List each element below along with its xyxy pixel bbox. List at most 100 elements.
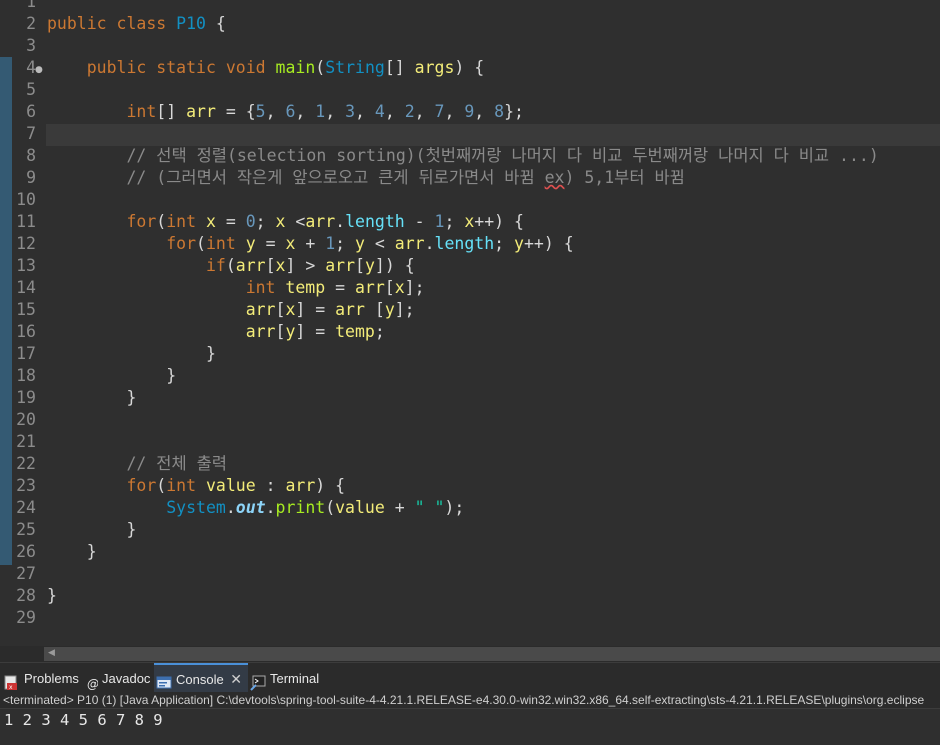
- line-number: 3: [26, 36, 36, 55]
- variable: arr: [285, 476, 316, 495]
- code-line[interactable]: 7: [0, 123, 940, 145]
- scroll-left-icon[interactable]: ◀: [48, 648, 55, 658]
- code-line[interactable]: 10: [0, 189, 940, 211]
- line-number: 16: [16, 322, 36, 341]
- string-literal: " ": [414, 498, 445, 517]
- variable: arr: [245, 300, 276, 319]
- code-line[interactable]: 23 for(int value : arr) {: [0, 475, 940, 497]
- code-text: for(int x = 0; x <arr.length - 1; x++) {: [47, 211, 523, 233]
- code-line[interactable]: 28}: [0, 585, 940, 607]
- console-output-area[interactable]: 1 2 3 4 5 6 7 8 9: [0, 710, 940, 745]
- punct: ) {: [454, 58, 485, 77]
- fold-collapse-icon[interactable]: ●: [35, 59, 43, 81]
- code-line[interactable]: 26 }: [0, 541, 940, 563]
- variable: x: [394, 278, 405, 297]
- svg-text:x: x: [9, 684, 13, 691]
- code-line[interactable]: 15 arr[x] = arr [y];: [0, 299, 940, 321]
- keyword: int: [166, 476, 197, 495]
- svg-text:@: @: [87, 677, 98, 691]
- variable: args: [414, 58, 455, 77]
- number-literal: 4: [374, 102, 385, 121]
- code-line[interactable]: 3: [0, 35, 940, 57]
- code-line[interactable]: 1: [0, 0, 940, 13]
- code-line[interactable]: 8 // 선택 정렬(selection sorting)(첫번째꺼랑 나머지 …: [0, 145, 940, 167]
- punct: []: [156, 102, 187, 121]
- code-line[interactable]: 9 // (그러면서 작은게 앞으로오고 큰게 뒤로가면서 바뀜 ex) 5,1…: [0, 167, 940, 189]
- code-line[interactable]: 19 }: [0, 387, 940, 409]
- code-text: }: [47, 541, 97, 563]
- comment: // (그러면서 작은게 앞으로오고 큰게 뒤로가면서 바뀜: [126, 168, 545, 187]
- punct: [: [275, 322, 286, 341]
- number-literal: 6: [285, 102, 296, 121]
- code-line[interactable]: 21: [0, 431, 940, 453]
- number-literal: 5: [255, 102, 266, 121]
- tab-problems-label: Problems: [24, 671, 79, 686]
- variable: y: [384, 300, 395, 319]
- punct: ,: [444, 102, 465, 121]
- line-number: 8: [26, 146, 36, 165]
- code-line[interactable]: 29: [0, 607, 940, 629]
- variable: arr: [335, 300, 365, 319]
- class-name: P10: [176, 14, 206, 33]
- static-field: out: [235, 498, 266, 517]
- code-text: }: [47, 343, 216, 365]
- code-line[interactable]: 5: [0, 79, 940, 101]
- code-line[interactable]: 24 System.out.print(value + " ");: [0, 497, 940, 519]
- line-number: 4: [26, 58, 36, 77]
- code-line[interactable]: 4 ● public static void main(String[] args…: [0, 57, 940, 79]
- punct: [: [384, 278, 395, 297]
- number-literal: 9: [464, 102, 475, 121]
- code-line[interactable]: 12 for(int y = x + 1; y < arr.length; y+…: [0, 233, 940, 255]
- code-editor[interactable]: 1 2 public class P10 {3 4 ● public static vo…: [0, 0, 940, 646]
- code-line[interactable]: 17 }: [0, 343, 940, 365]
- code-text: public static void main(String[] args) {: [47, 57, 484, 79]
- close-icon[interactable]: ✕: [230, 665, 242, 695]
- line-number: 21: [16, 432, 36, 451]
- terminal-icon: [250, 671, 266, 691]
- number-literal: 1: [325, 234, 336, 253]
- variable: x: [464, 212, 475, 231]
- punct: :: [255, 476, 286, 495]
- code-line[interactable]: 11 for(int x = 0; x <arr.length - 1; x++…: [0, 211, 940, 233]
- line-number: 13: [16, 256, 36, 275]
- punct: ,: [414, 102, 435, 121]
- tab-problems[interactable]: x Problems: [2, 663, 79, 693]
- punct: (: [315, 58, 326, 77]
- code-line[interactable]: 25 }: [0, 519, 940, 541]
- line-number: 23: [16, 476, 36, 495]
- code-line[interactable]: 27: [0, 563, 940, 585]
- tab-javadoc[interactable]: @ Javadoc: [84, 663, 150, 693]
- variable: value: [335, 498, 385, 517]
- code-line[interactable]: 18 }: [0, 365, 940, 387]
- punct: ,: [325, 102, 346, 121]
- punct: (: [225, 256, 236, 275]
- keyword: void: [225, 58, 266, 77]
- code-line[interactable]: 16 arr[y] = temp;: [0, 321, 940, 343]
- code-line[interactable]: 2 public class P10 {: [0, 13, 940, 35]
- keyword: int: [205, 234, 236, 253]
- variable: value: [196, 476, 256, 495]
- number-literal: 8: [494, 102, 505, 121]
- scrollbar-track[interactable]: [44, 647, 940, 661]
- code-text: arr[x] = arr [y];: [47, 299, 415, 321]
- code-line[interactable]: 22 // 전체 출력: [0, 453, 940, 475]
- punct: ;: [494, 234, 515, 253]
- line-number: 29: [16, 608, 36, 627]
- punct: ) {: [315, 476, 346, 495]
- horizontal-scrollbar[interactable]: ◀: [0, 646, 940, 662]
- code-line[interactable]: 13 if(arr[x] > arr[y]) {: [0, 255, 940, 277]
- keyword: public: [47, 14, 107, 33]
- code-line[interactable]: 20: [0, 409, 940, 431]
- code-line[interactable]: 6 int[] arr = {5, 6, 1, 3, 4, 2, 7, 9, 8…: [0, 101, 940, 123]
- tab-terminal[interactable]: Terminal: [248, 663, 319, 693]
- code-line[interactable]: 14 int temp = arr[x];: [0, 277, 940, 299]
- punct: ++) {: [523, 234, 574, 253]
- line-number: 9: [26, 168, 36, 187]
- tab-console[interactable]: Console ✕: [154, 663, 248, 693]
- code-text: }: [47, 585, 57, 607]
